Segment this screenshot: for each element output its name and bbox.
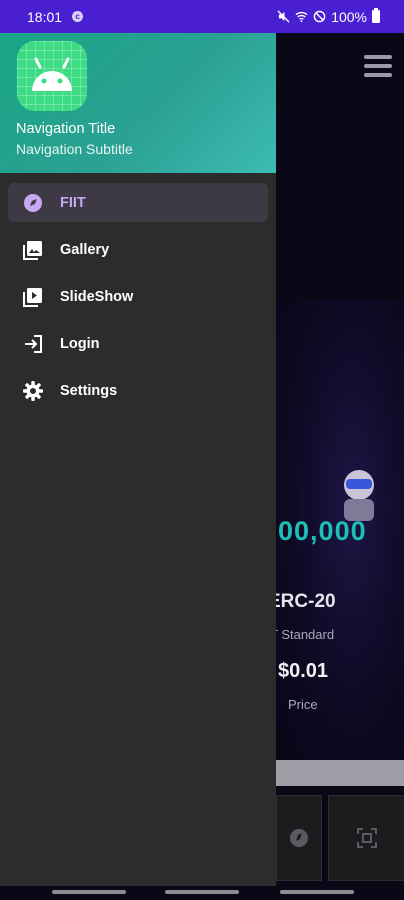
nav-handle-center — [165, 890, 239, 894]
menu-item-fiit[interactable]: FIIT — [8, 183, 268, 222]
compass-icon — [290, 829, 308, 847]
drawer-subtitle: Navigation Subtitle — [16, 141, 133, 157]
scan-tile[interactable] — [328, 795, 404, 881]
menu-item-settings[interactable]: Settings — [8, 371, 268, 410]
slideshow-icon — [22, 286, 44, 308]
menu-item-label: Login — [60, 335, 100, 352]
do-not-disturb-icon — [313, 10, 326, 23]
compass-icon — [22, 192, 44, 214]
menu-item-label: SlideShow — [60, 288, 134, 305]
menu-item-slideshow[interactable]: SlideShow — [8, 277, 268, 316]
mute-icon — [277, 10, 290, 23]
navigation-drawer: Navigation Title Navigation Subtitle FII… — [0, 33, 276, 886]
menu-item-label: Settings — [60, 382, 118, 399]
gallery-icon — [22, 239, 44, 261]
token-type: ERC-20 — [268, 591, 336, 612]
status-time: 18:01 — [27, 8, 63, 25]
nav-handle-right — [280, 890, 354, 894]
menu-item-login[interactable]: Login — [8, 324, 268, 363]
drawer-title: Navigation Title — [16, 121, 116, 137]
price-value: $0.01 — [278, 660, 329, 682]
status-bar: 18:01 c 100% — [0, 0, 404, 33]
compass-tile[interactable] — [276, 795, 322, 881]
price-label: Price — [288, 697, 318, 712]
login-icon — [22, 333, 44, 355]
nav-handle-left — [52, 890, 126, 894]
token-standard: T Standard — [270, 627, 335, 642]
menu-item-gallery[interactable]: Gallery — [8, 230, 268, 269]
settings-icon — [22, 380, 44, 402]
battery-icon — [372, 8, 380, 23]
notification-icon: c — [72, 11, 84, 22]
menu-item-label: FIIT — [60, 194, 86, 211]
drawer-header: Navigation Title Navigation Subtitle — [0, 33, 276, 173]
wifi-icon — [295, 11, 308, 23]
qr-scan-icon — [357, 828, 377, 848]
drawer-menu: FIIT Gallery SlideShow Login Settings — [0, 183, 276, 418]
counter-value: 000,000 — [262, 516, 367, 546]
menu-icon[interactable] — [364, 55, 392, 77]
menu-item-label: Gallery — [60, 241, 110, 258]
android-icon — [17, 41, 87, 111]
divider-strip — [276, 760, 404, 786]
battery-percent: 100% — [331, 8, 367, 25]
